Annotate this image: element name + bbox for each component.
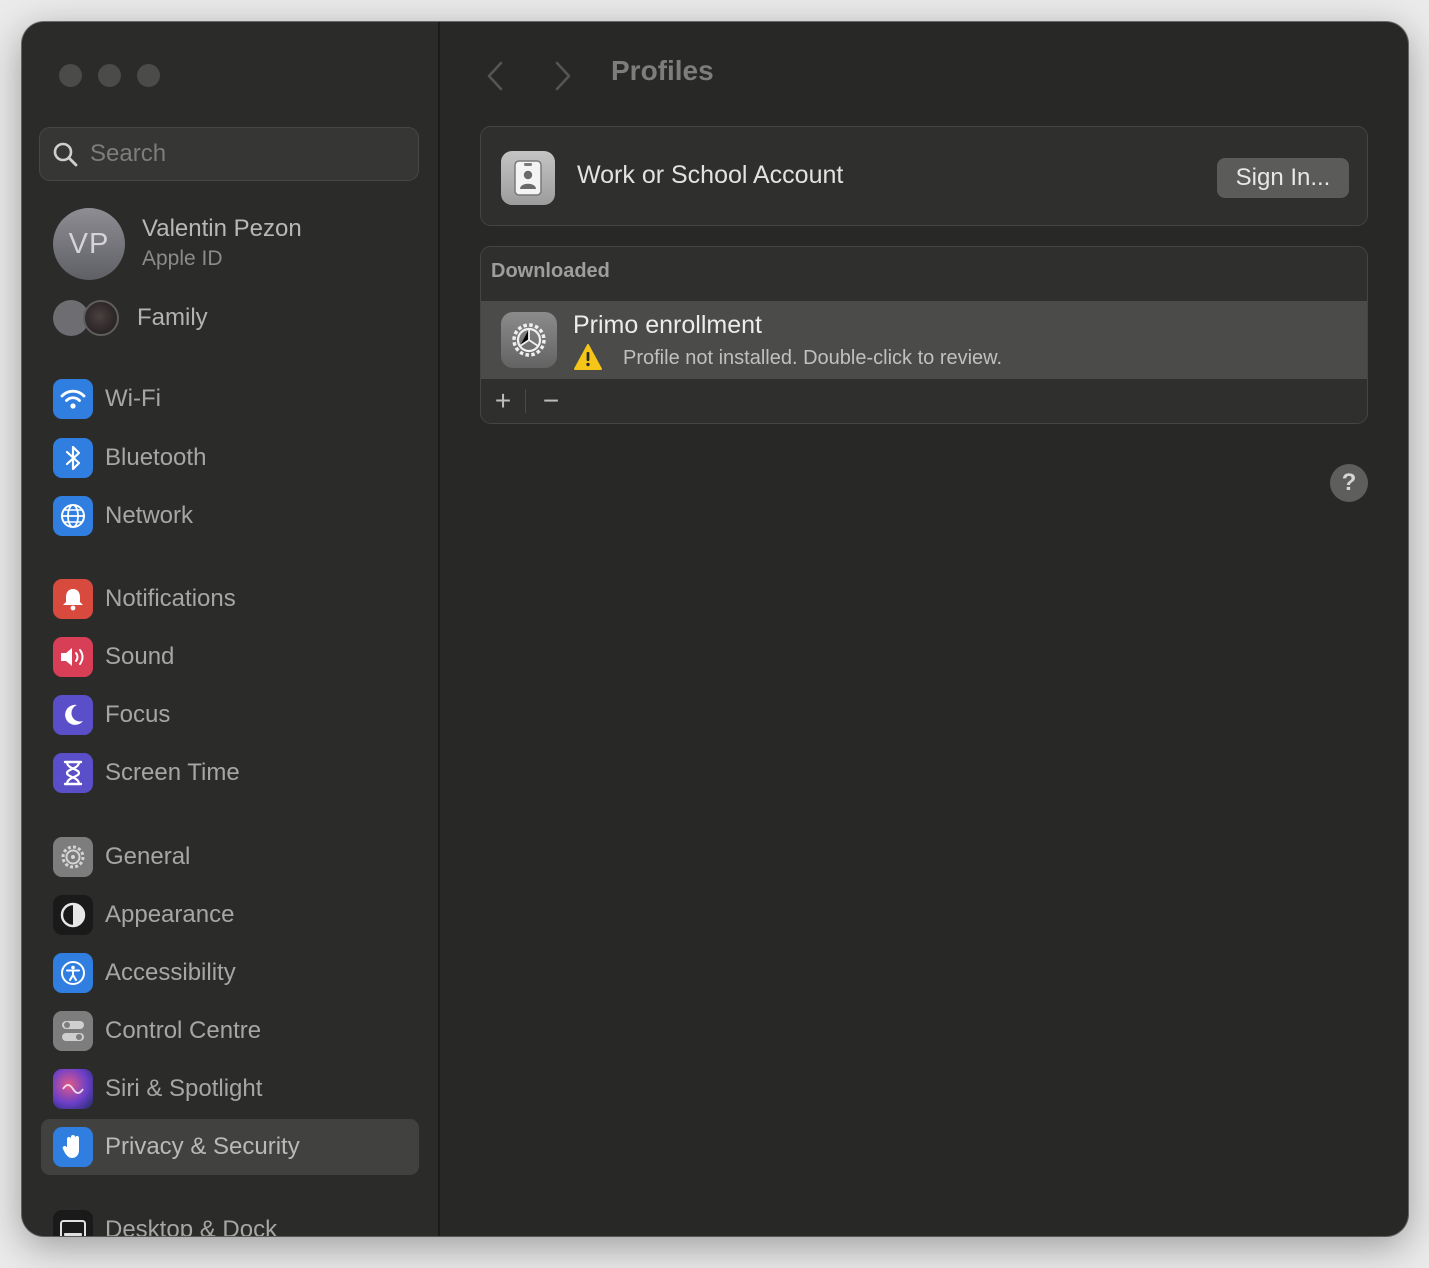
sidebar-item-siri-spotlight[interactable]: Siri & Spotlight <box>41 1061 419 1117</box>
family-avatars <box>53 298 123 338</box>
sidebar-item-accessibility[interactable]: Accessibility <box>41 945 419 1001</box>
profile-gear-icon <box>501 312 557 368</box>
sidebar-item-label: Notifications <box>105 585 236 612</box>
chevron-right-icon <box>555 61 571 91</box>
sidebar-item-wifi[interactable]: Wi-Fi <box>41 371 419 427</box>
speaker-icon <box>53 637 93 677</box>
chevron-left-icon <box>487 61 503 91</box>
sidebar: VP Valentin Pezon Apple ID Family <box>22 22 440 1236</box>
sidebar-item-family[interactable]: Family <box>53 298 208 338</box>
forward-button[interactable] <box>548 56 578 96</box>
traffic-lights <box>59 64 160 87</box>
sidebar-item-label: Focus <box>105 701 171 728</box>
sign-in-button[interactable]: Sign In... <box>1217 158 1349 198</box>
appearance-icon <box>53 895 93 935</box>
profile-name: Primo enrollment <box>573 311 762 339</box>
id-badge-icon <box>501 151 555 205</box>
dock-icon <box>53 1210 93 1236</box>
sidebar-item-bluetooth[interactable]: Bluetooth <box>41 430 419 486</box>
help-button[interactable]: ? <box>1330 464 1368 502</box>
sidebar-item-label: Privacy & Security <box>105 1133 300 1160</box>
apple-id-account[interactable]: VP Valentin Pezon Apple ID <box>53 208 302 280</box>
remove-profile-button[interactable]: − <box>535 385 567 417</box>
minimize-window-button[interactable] <box>98 64 121 87</box>
button-divider <box>525 389 526 413</box>
sidebar-item-control-centre[interactable]: Control Centre <box>41 1003 419 1059</box>
downloaded-profiles-card: Downloaded Primo enrollment Profile not … <box>480 246 1368 424</box>
sidebar-item-label: Wi-Fi <box>105 385 161 412</box>
warning-icon <box>574 344 602 370</box>
sidebar-item-label: General <box>105 843 191 870</box>
account-subtitle: Apple ID <box>142 247 223 270</box>
wifi-icon <box>53 379 93 419</box>
search-input[interactable] <box>88 139 418 169</box>
zoom-window-button[interactable] <box>137 64 160 87</box>
account-name: Valentin Pezon <box>142 215 302 242</box>
globe-icon <box>53 496 93 536</box>
settings-window: VP Valentin Pezon Apple ID Family <box>22 22 1408 1236</box>
siri-icon <box>53 1069 93 1109</box>
search-icon <box>53 142 78 167</box>
bell-icon <box>53 579 93 619</box>
main-content: Profiles Work or School Account Sign In.… <box>440 22 1408 1236</box>
sidebar-item-label: Desktop & Dock <box>105 1216 278 1236</box>
bluetooth-icon <box>53 438 93 478</box>
add-profile-button[interactable]: + <box>487 385 519 417</box>
search-field[interactable] <box>39 127 419 181</box>
toggles-icon <box>53 1011 93 1051</box>
profile-row[interactable]: Primo enrollment Profile not installed. … <box>481 301 1367 379</box>
gear-icon <box>53 837 93 877</box>
work-school-account-label: Work or School Account <box>577 161 844 189</box>
sidebar-item-sound[interactable]: Sound <box>41 629 419 685</box>
profile-status: Profile not installed. Double-click to r… <box>623 347 1003 369</box>
sidebar-item-screen-time[interactable]: Screen Time <box>41 745 419 801</box>
accessibility-icon <box>53 953 93 993</box>
sidebar-item-label: Network <box>105 502 194 529</box>
sidebar-item-label: Appearance <box>105 901 235 928</box>
sidebar-item-notifications[interactable]: Notifications <box>41 571 419 627</box>
sidebar-item-appearance[interactable]: Appearance <box>41 887 419 943</box>
moon-icon <box>53 695 93 735</box>
sidebar-item-desktop-dock[interactable]: Desktop & Dock <box>41 1202 419 1236</box>
section-header: Downloaded <box>491 260 610 282</box>
back-button[interactable] <box>480 56 510 96</box>
sidebar-item-general[interactable]: General <box>41 829 419 885</box>
family-label: Family <box>137 304 208 331</box>
sidebar-item-label: Control Centre <box>105 1017 262 1044</box>
sidebar-item-label: Bluetooth <box>105 444 207 471</box>
sidebar-item-label: Siri & Spotlight <box>105 1075 263 1102</box>
hand-icon <box>53 1127 93 1167</box>
sidebar-item-label: Accessibility <box>105 959 236 986</box>
close-window-button[interactable] <box>59 64 82 87</box>
sidebar-item-focus[interactable]: Focus <box>41 687 419 743</box>
sidebar-item-label: Sound <box>105 643 175 670</box>
work-school-account-card: Work or School Account Sign In... <box>480 126 1368 226</box>
sidebar-item-label: Screen Time <box>105 759 240 786</box>
sidebar-item-network[interactable]: Network <box>41 488 419 544</box>
sidebar-item-privacy-security[interactable]: Privacy & Security <box>41 1119 419 1175</box>
hourglass-icon <box>53 753 93 793</box>
avatar: VP <box>53 208 125 280</box>
page-title: Profiles <box>611 55 714 86</box>
